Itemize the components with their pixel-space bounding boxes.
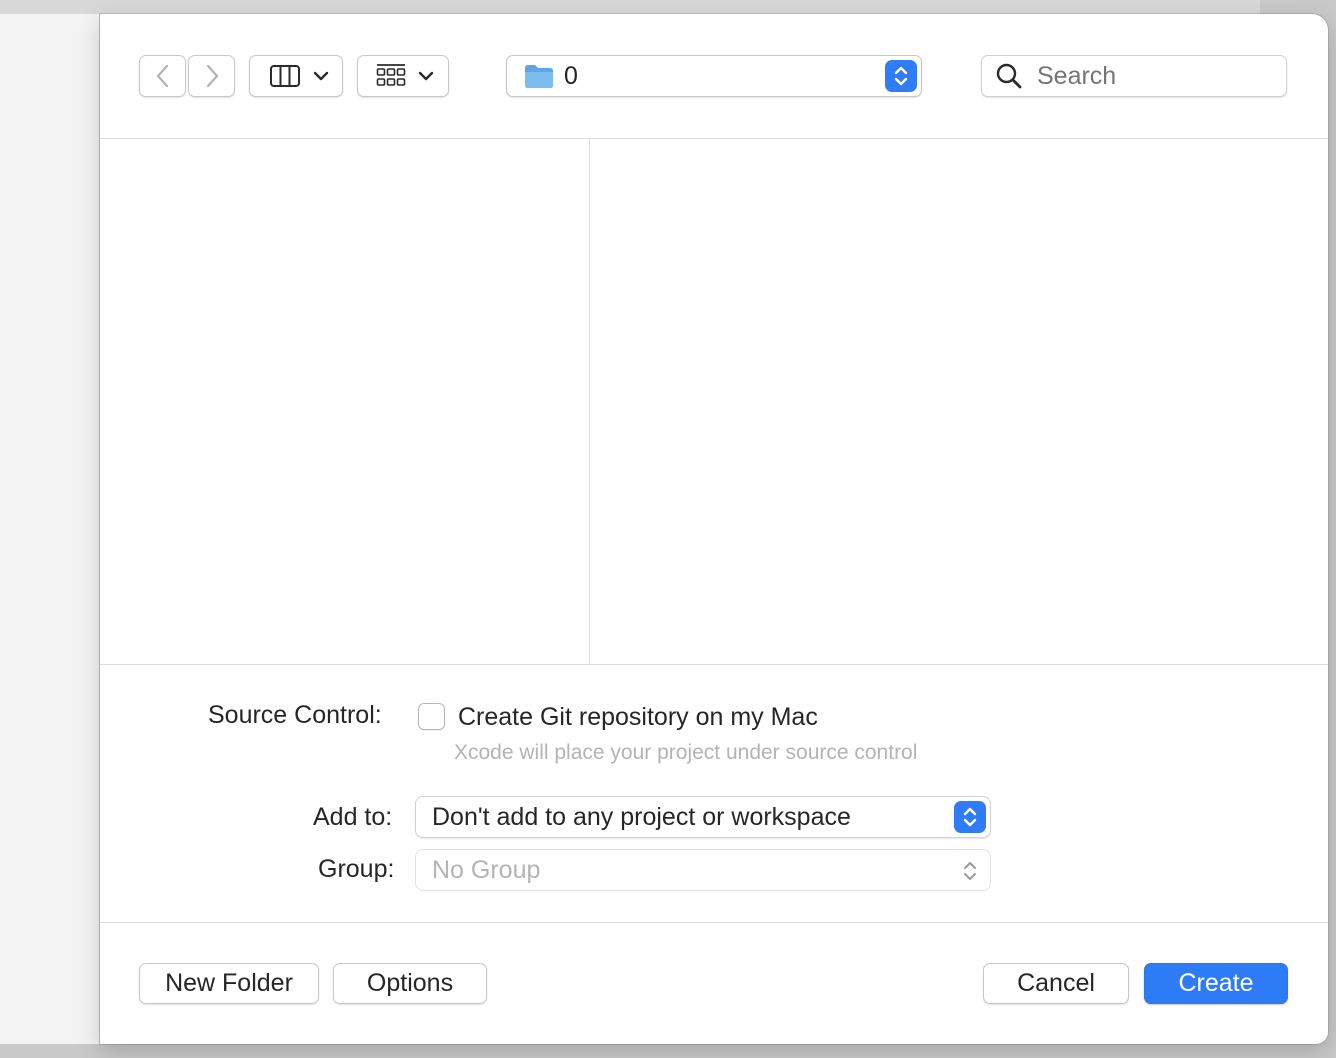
browser-column-2[interactable] bbox=[590, 139, 1328, 664]
view-mode-button[interactable] bbox=[249, 55, 343, 97]
location-value: 0 bbox=[564, 61, 578, 90]
add-to-label: Add to: bbox=[313, 803, 393, 831]
group-label: Group: bbox=[318, 855, 395, 883]
up-down-chevrons-icon bbox=[963, 807, 977, 827]
cancel-button[interactable]: Cancel bbox=[983, 963, 1129, 1004]
folder-icon bbox=[525, 65, 553, 88]
up-down-chevrons-icon bbox=[894, 66, 908, 86]
save-dialog-sheet: 0 Source Control: Create Git repository … bbox=[100, 14, 1328, 1044]
footer-divider bbox=[100, 922, 1328, 923]
options-button[interactable]: Options bbox=[333, 963, 487, 1004]
source-control-hint: Xcode will place your project under sour… bbox=[454, 741, 918, 764]
back-button[interactable] bbox=[139, 55, 186, 97]
browser-divider bbox=[100, 664, 1328, 665]
magnifier-icon bbox=[996, 63, 1022, 89]
file-browser bbox=[100, 139, 1328, 664]
grid-view-icon bbox=[376, 64, 406, 86]
git-repository-checkbox[interactable] bbox=[418, 703, 445, 730]
sidebar-strip bbox=[0, 14, 100, 1044]
search-input[interactable] bbox=[1037, 61, 1277, 91]
create-button[interactable]: Create bbox=[1144, 963, 1288, 1004]
group-stepper bbox=[960, 857, 980, 885]
up-down-chevrons-icon bbox=[964, 862, 976, 880]
location-stepper bbox=[885, 60, 917, 92]
group-popup: No Group bbox=[415, 849, 991, 891]
group-value: No Group bbox=[432, 856, 541, 884]
columns-view-icon bbox=[270, 65, 300, 87]
add-to-stepper bbox=[954, 801, 986, 833]
forward-button[interactable] bbox=[188, 55, 235, 97]
add-to-value: Don't add to any project or workspace bbox=[432, 803, 851, 831]
source-control-label: Source Control: bbox=[208, 701, 382, 729]
browser-column-1[interactable] bbox=[100, 139, 589, 664]
search-field[interactable] bbox=[981, 55, 1287, 97]
location-popup[interactable]: 0 bbox=[506, 55, 922, 97]
add-to-popup[interactable]: Don't add to any project or workspace bbox=[415, 796, 991, 838]
chevron-left-icon bbox=[156, 64, 168, 88]
chevron-down-icon bbox=[418, 71, 434, 81]
background-window-edge bbox=[0, 0, 1260, 15]
new-folder-button[interactable]: New Folder bbox=[139, 963, 319, 1004]
chevron-down-icon bbox=[313, 71, 329, 81]
git-repository-checkbox-label[interactable]: Create Git repository on my Mac bbox=[458, 703, 818, 732]
group-mode-button[interactable] bbox=[357, 55, 449, 97]
chevron-right-icon bbox=[206, 64, 218, 88]
